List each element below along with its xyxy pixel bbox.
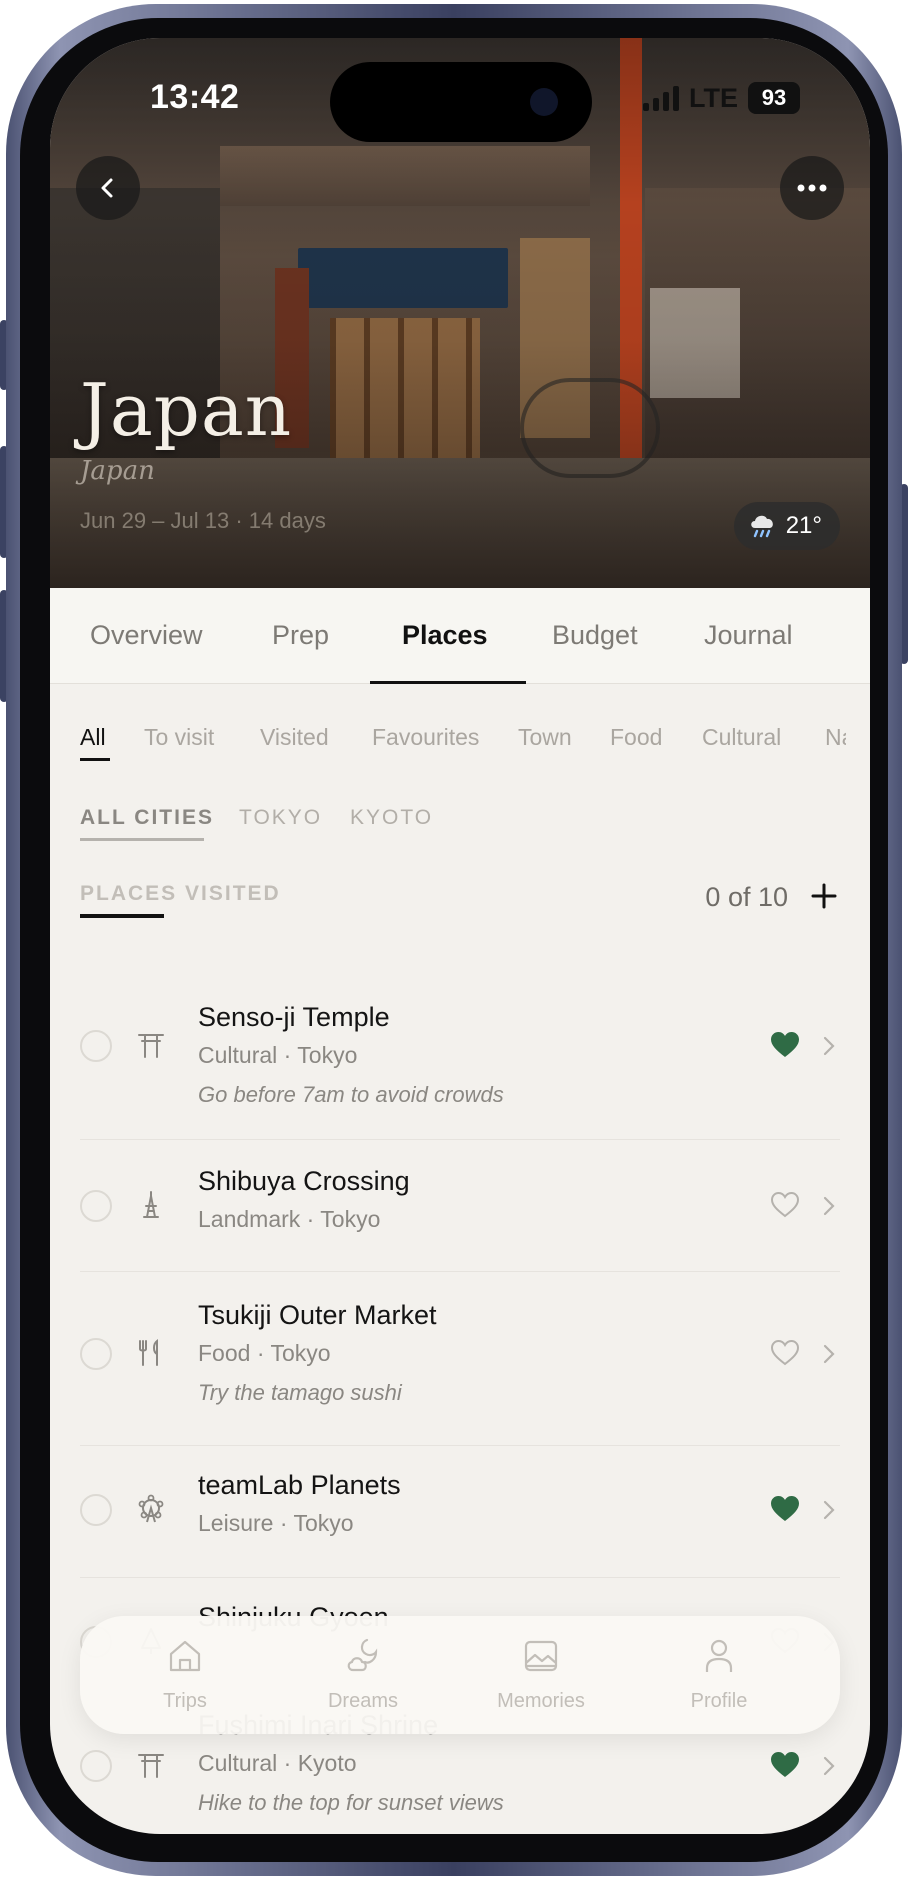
place-note: Go before 7am to avoid crowds (198, 1082, 504, 1107)
trip-subtitle: Japan (80, 456, 155, 486)
home-icon (169, 1640, 201, 1672)
place-name: Senso-ji Temple (198, 1002, 390, 1032)
place-meta: Food · Tokyo (198, 1340, 331, 1366)
place-item[interactable]: Shibuya Crossing Landmark · Tokyo (80, 1140, 840, 1272)
nav-memories[interactable]: Memories (476, 1636, 606, 1713)
add-place-button[interactable] (808, 880, 840, 912)
nav-label: Dreams (327, 1690, 398, 1712)
category-filters: All To visit Visited Favourites Town Foo… (80, 724, 846, 764)
screen: 13:42 LTE 93 Japan Japan Jun 29 – Jul 13… (50, 38, 870, 1834)
city-tokyo[interactable]: TOKYO (239, 806, 322, 830)
filter-favourites[interactable]: Favourites (372, 724, 479, 751)
trip-title: Japan (80, 368, 293, 452)
moon-cloud-icon (347, 1638, 378, 1672)
tab-overview[interactable]: Overview (90, 620, 203, 651)
chevron-right-icon (823, 1196, 835, 1216)
city-indicator (80, 838, 204, 841)
status-indicators: LTE 93 (643, 82, 800, 114)
place-item[interactable]: Tsukiji Outer Market Food · Tokyo Try th… (80, 1272, 840, 1446)
chevron-left-icon (101, 178, 113, 198)
tab-prep[interactable]: Prep (272, 620, 329, 651)
places-visited-label: PLACES VISITED (80, 882, 281, 905)
filter-cultural[interactable]: Cultural (702, 724, 781, 751)
phone-frame: 13:42 LTE 93 Japan Japan Jun 29 – Jul 13… (6, 4, 902, 1876)
back-button[interactable] (76, 156, 140, 220)
photo-icon (524, 1640, 558, 1672)
ferris-wheel-icon (138, 1494, 164, 1523)
more-button[interactable] (780, 156, 844, 220)
battery-icon: 93 (748, 82, 800, 114)
status-time: 13:42 (150, 78, 240, 116)
visited-checkbox[interactable] (80, 1494, 112, 1526)
visited-checkbox[interactable] (80, 1030, 112, 1062)
place-item[interactable]: Senso-ji Temple Cultural · Tokyo Go befo… (80, 966, 840, 1140)
tab-places[interactable]: Places (402, 620, 488, 651)
nav-label: Profile (690, 1690, 748, 1712)
place-meta: Cultural · Tokyo (198, 1042, 358, 1068)
section-tabs: Overview Prep Places Budget Journal (50, 588, 870, 684)
place-note: Hike to the top for sunset views (198, 1790, 504, 1815)
filter-visited[interactable]: Visited (260, 724, 329, 751)
network-type: LTE (689, 82, 738, 113)
heart-outline-icon[interactable] (770, 1339, 800, 1367)
nav-dreams[interactable]: Dreams (298, 1636, 428, 1713)
place-meta: Leisure · Tokyo (198, 1510, 354, 1536)
city-kyoto[interactable]: KYOTO (350, 806, 433, 830)
filter-to-visit[interactable]: To visit (144, 724, 214, 751)
filter-food[interactable]: Food (610, 724, 662, 751)
visited-checkbox[interactable] (80, 1750, 112, 1782)
trip-dates: Jun 29 – Jul 13 · 14 days (80, 508, 326, 533)
filter-all[interactable]: All (80, 724, 106, 751)
chevron-right-icon (823, 1756, 835, 1776)
place-note: Try the tamago sushi (198, 1380, 402, 1405)
visited-checkbox[interactable] (80, 1190, 112, 1222)
torii-icon (138, 1034, 164, 1058)
signal-icon (643, 85, 679, 111)
place-item[interactable]: teamLab Planets Leisure · Tokyo (80, 1446, 840, 1578)
dynamic-island (330, 62, 592, 142)
filter-nature[interactable]: Na (825, 724, 846, 751)
chevron-right-icon (823, 1500, 835, 1520)
heart-filled-icon[interactable] (770, 1031, 800, 1059)
weather-temp: 21° (785, 512, 822, 539)
camera-dot (530, 88, 558, 116)
fork-knife-icon (139, 1338, 158, 1366)
place-name: Shibuya Crossing (198, 1166, 410, 1196)
rain-cloud-icon (750, 515, 773, 538)
tab-indicator (370, 681, 526, 684)
nav-label: Trips (163, 1690, 207, 1712)
nav-label: Memories (497, 1690, 585, 1712)
place-name: teamLab Planets (198, 1470, 401, 1500)
more-dots-icon (797, 184, 827, 192)
tower-icon (143, 1191, 159, 1218)
visited-checkbox[interactable] (80, 1338, 112, 1370)
hero-image: 13:42 LTE 93 Japan Japan Jun 29 – Jul 13… (50, 38, 870, 588)
person-icon (705, 1639, 733, 1672)
places-visited-count: 0 of 10 (705, 882, 788, 912)
place-name: Tsukiji Outer Market (198, 1300, 437, 1330)
nav-profile[interactable]: Profile (654, 1636, 784, 1713)
heart-filled-icon[interactable] (770, 1751, 800, 1779)
heart-outline-icon[interactable] (770, 1191, 800, 1219)
place-meta: Cultural · Kyoto (198, 1750, 357, 1776)
bottom-nav: Trips Dreams Memories Profile (80, 1616, 840, 1734)
torii-icon (138, 1754, 164, 1778)
heart-filled-icon[interactable] (770, 1495, 800, 1523)
chevron-right-icon (823, 1344, 835, 1364)
tab-budget[interactable]: Budget (552, 620, 638, 651)
tab-journal[interactable]: Journal (704, 620, 793, 651)
nav-trips[interactable]: Trips (120, 1636, 250, 1713)
places-visited-progress (80, 914, 164, 918)
place-meta: Landmark · Tokyo (198, 1206, 381, 1232)
chevron-right-icon (823, 1036, 835, 1056)
filter-town[interactable]: Town (518, 724, 572, 751)
phone-bezel: 13:42 LTE 93 Japan Japan Jun 29 – Jul 13… (20, 18, 888, 1862)
city-all[interactable]: ALL CITIES (80, 806, 214, 830)
weather-chip[interactable]: 21° (733, 502, 840, 550)
filter-indicator (80, 758, 110, 761)
